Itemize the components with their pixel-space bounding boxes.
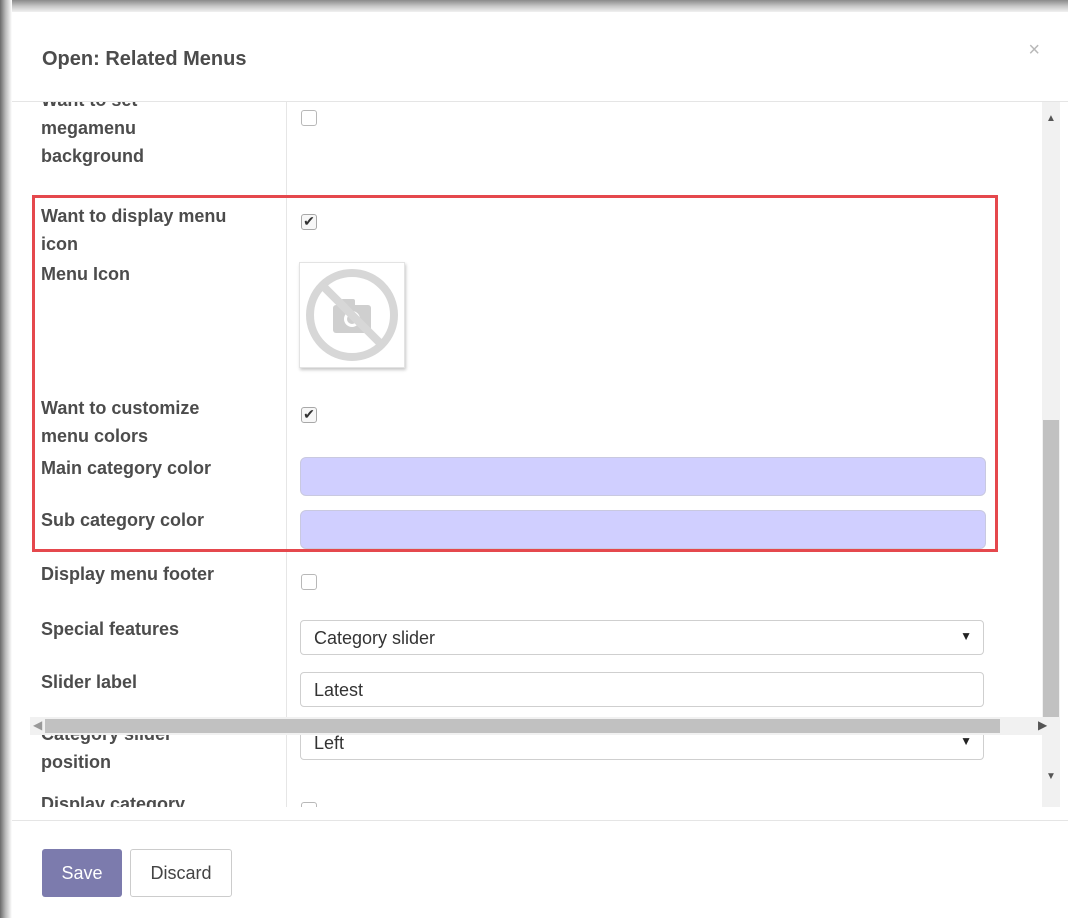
checkbox-customize-menu-colors[interactable]: ✔ — [301, 406, 317, 423]
slider-label-value: Latest — [314, 680, 364, 700]
form-body: Want to set megamenu background Want to … — [12, 102, 1068, 807]
camera-slash-icon — [306, 269, 398, 361]
vertical-scroll-thumb[interactable] — [1043, 420, 1059, 733]
checkbox-display-menu-footer[interactable] — [301, 574, 317, 590]
label-main-category-color: Main category color — [41, 458, 212, 478]
discard-button[interactable]: Discard — [130, 849, 232, 897]
vertical-scrollbar[interactable]: ▲ ▼ — [1042, 102, 1060, 807]
modal-dialog: Open: Related Menus × Want to set megame… — [12, 12, 1068, 918]
label-special-features: Special features — [41, 619, 180, 639]
chevron-down-icon: ▼ — [960, 629, 972, 643]
special-features-select[interactable]: Category slider ▼ — [300, 620, 984, 655]
label-display-category: Display category — [41, 794, 186, 807]
special-features-value: Category slider — [314, 628, 436, 648]
label-menu-icon: Menu Icon — [41, 264, 130, 284]
label-display-menu-footer: Display menu footer — [41, 564, 215, 584]
dialog-title: Open: Related Menus — [42, 48, 247, 70]
scroll-left-icon[interactable]: ◀ — [33, 718, 42, 732]
checkbox-display-menu-icon[interactable]: ✔ — [301, 213, 317, 230]
chevron-down-icon: ▼ — [960, 734, 972, 748]
save-button[interactable]: Save — [42, 849, 122, 897]
dialog-header: Open: Related Menus × — [12, 12, 1068, 102]
sub-category-color-input[interactable] — [300, 510, 986, 549]
checkmark-icon: ✔ — [303, 213, 315, 229]
checkbox-display-category[interactable] — [301, 802, 317, 807]
scroll-up-icon[interactable]: ▲ — [1046, 113, 1056, 124]
checkmark-icon: ✔ — [303, 406, 315, 422]
window-shadow-left — [0, 0, 12, 918]
scroll-right-icon[interactable]: ▶ — [1038, 718, 1047, 732]
horizontal-scroll-thumb[interactable] — [45, 719, 1000, 733]
slider-position-value: Left — [314, 733, 345, 753]
slider-label-input[interactable]: Latest — [300, 672, 984, 707]
checkbox-megamenu-background[interactable] — [301, 110, 317, 126]
footer-divider — [12, 820, 1068, 821]
label-megamenu-background: Want to set megamenu background — [41, 102, 145, 166]
scroll-down-icon[interactable]: ▼ — [1046, 771, 1056, 782]
main-category-color-input[interactable] — [300, 457, 986, 496]
label-sub-category-color: Sub category color — [41, 510, 205, 530]
close-icon[interactable]: × — [1028, 40, 1040, 60]
menu-icon-image-placeholder[interactable] — [299, 262, 405, 368]
horizontal-scrollbar[interactable]: ◀ ▶ — [30, 717, 1060, 735]
label-slider-label: Slider label — [41, 672, 138, 692]
label-customize-menu-colors: Want to customize menu colors — [41, 398, 200, 446]
label-display-menu-icon: Want to display menu icon — [41, 206, 227, 254]
